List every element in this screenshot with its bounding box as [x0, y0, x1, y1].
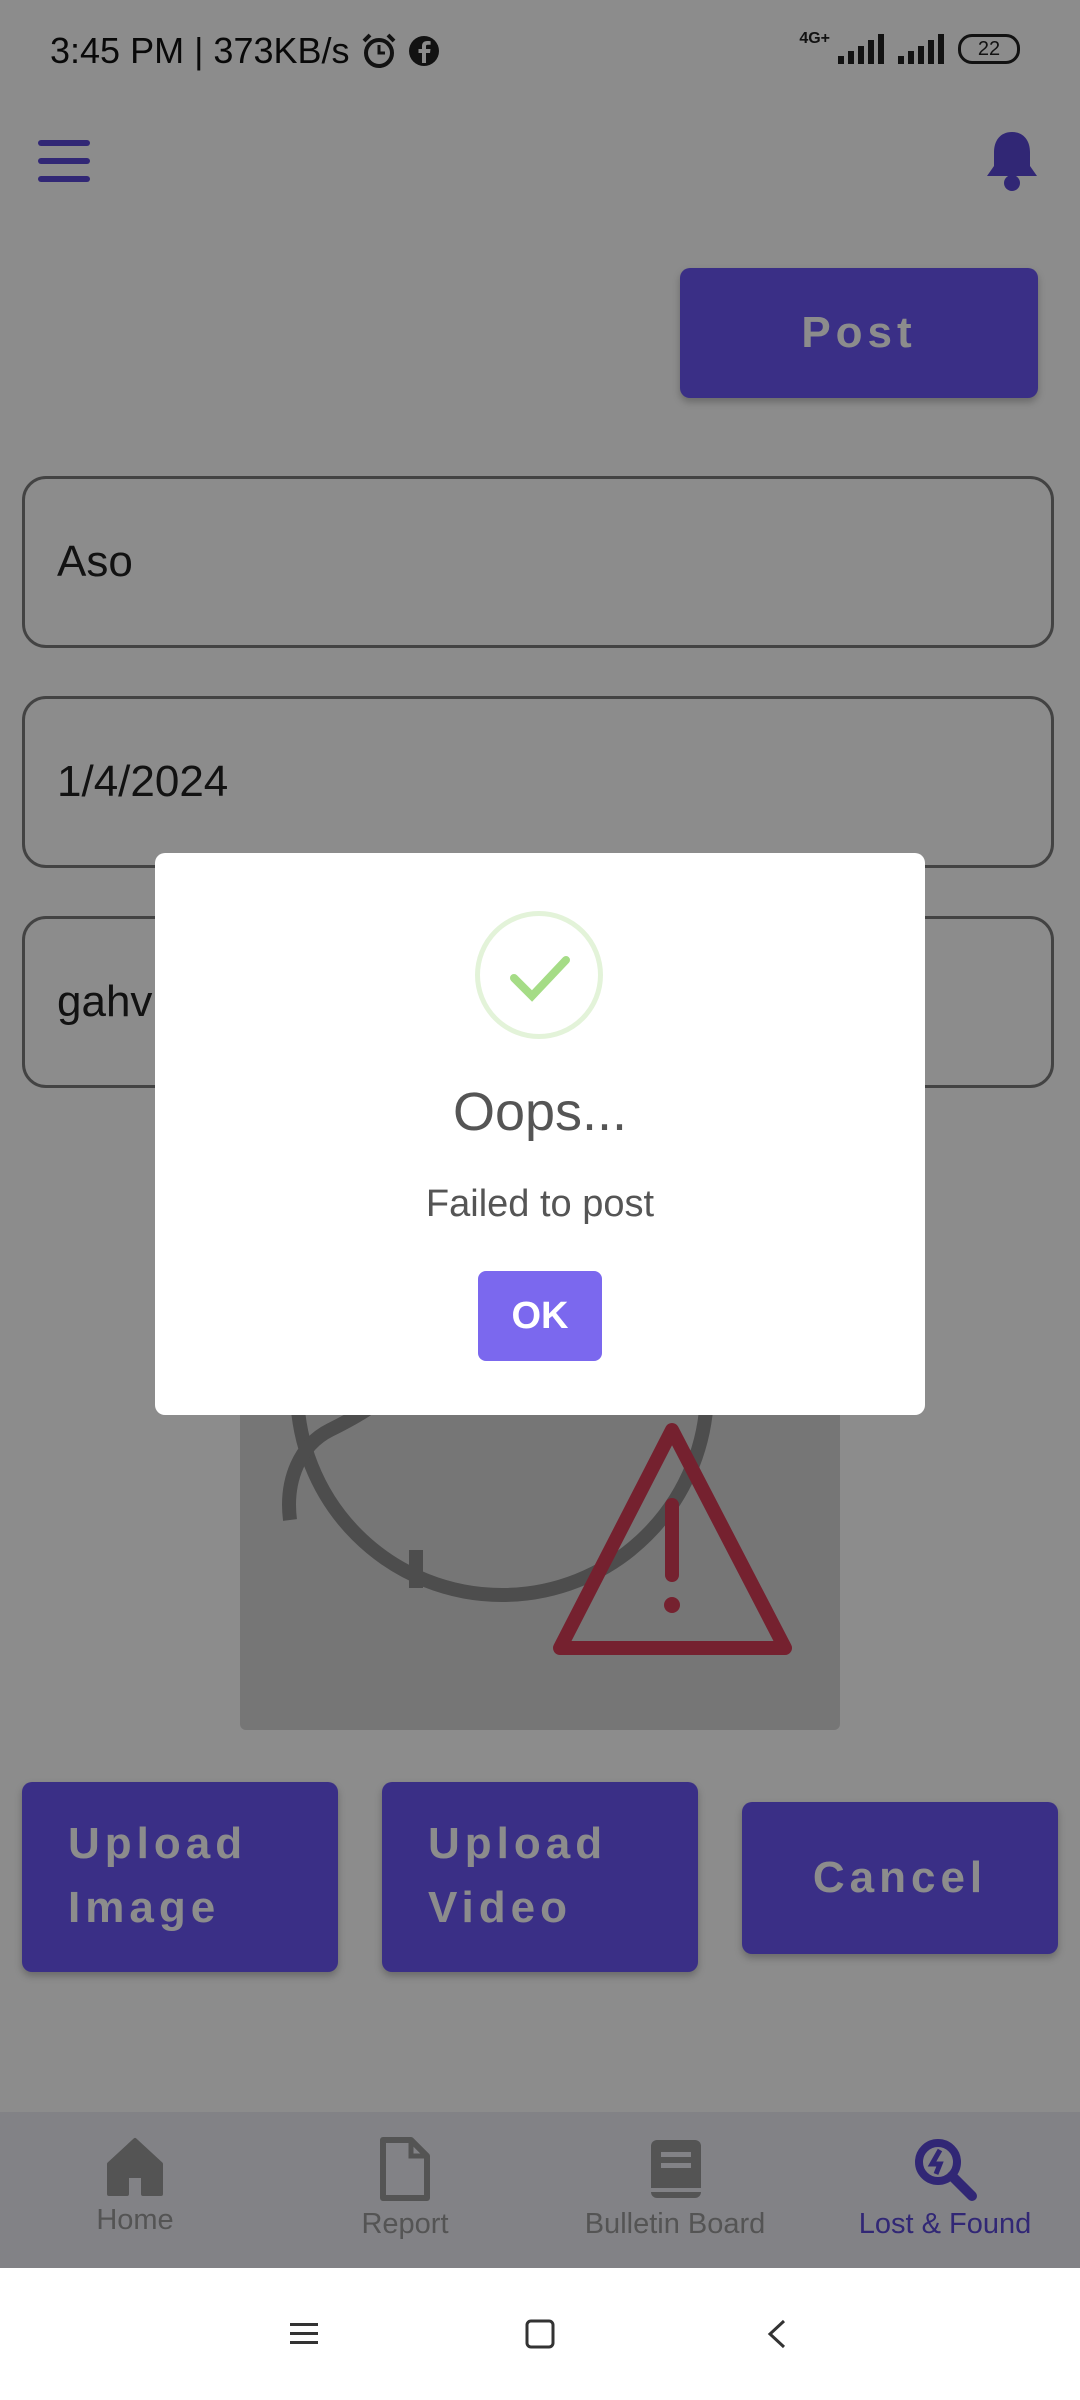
system-navigation-bar [0, 2268, 1080, 2400]
home-square-icon[interactable] [524, 2318, 556, 2350]
success-check-icon [475, 911, 603, 1039]
ok-button[interactable]: OK [478, 1271, 602, 1361]
dialog-title: Oops... [452, 1082, 628, 1142]
app-screen: 3:45 PM | 373KB/s 4G+ 22 Post Aso 1/4/20… [0, 0, 1080, 2268]
alert-dialog: Oops... Failed to post OK [155, 853, 925, 1415]
recents-menu-icon[interactable] [288, 2320, 320, 2348]
back-chevron-icon[interactable] [764, 2318, 792, 2350]
dialog-message: Failed to post [425, 1183, 655, 1225]
